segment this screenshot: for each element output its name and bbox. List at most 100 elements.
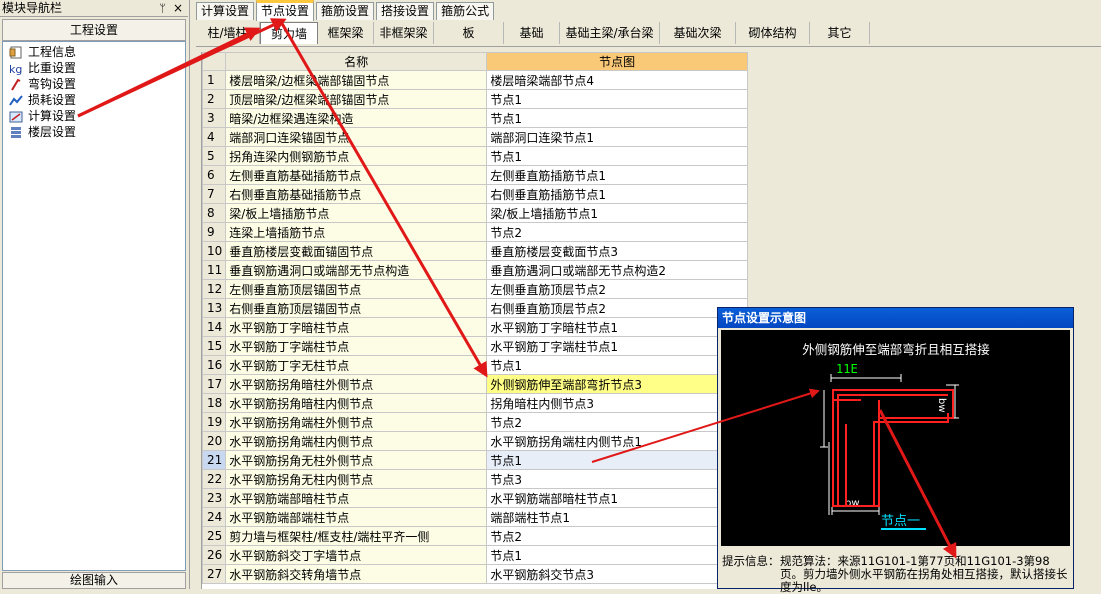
row-name-cell[interactable]: 水平钢筋端部端柱节点 <box>225 507 488 527</box>
row-name-cell[interactable]: 顶层暗梁/边框梁端部锚固节点 <box>225 89 488 109</box>
subtab-foundation-main-beam[interactable]: 基础主梁/承台梁 <box>560 22 660 44</box>
row-node-diagram-cell[interactable]: 右侧垂直筋顶层节点2 <box>486 298 748 318</box>
table-row[interactable]: 27 水平钢筋斜交转角墙节点 水平钢筋斜交节点3 <box>202 564 748 584</box>
table-row[interactable]: 9 连梁上墙插筋节点 节点2 <box>202 222 748 242</box>
row-name-cell[interactable]: 连梁上墙插筋节点 <box>225 222 488 242</box>
row-name-cell[interactable]: 水平钢筋丁字暗柱节点 <box>225 317 488 337</box>
row-node-diagram-cell[interactable]: 梁/板上墙插筋节点1 <box>486 203 748 223</box>
nav-item-project-info[interactable]: 工程信息 <box>3 44 185 60</box>
row-name-cell[interactable]: 左侧垂直筋基础插筋节点 <box>225 165 488 185</box>
table-row[interactable]: 5 拐角连梁内侧钢筋节点 节点1 <box>202 146 748 166</box>
row-name-cell[interactable]: 垂直筋楼层变截面锚固节点 <box>225 241 488 261</box>
row-name-cell[interactable]: 剪力墙与框架柱/框支柱/端柱平齐一侧 <box>225 526 488 546</box>
nav-item-floors[interactable]: 楼层设置 <box>3 124 185 140</box>
tab-lap-settings[interactable]: 搭接设置 <box>376 2 435 20</box>
row-name-cell[interactable]: 水平钢筋端部暗柱节点 <box>225 488 488 508</box>
row-name-cell[interactable]: 水平钢筋拐角暗柱外侧节点 <box>225 374 488 394</box>
close-icon[interactable]: × <box>173 0 183 17</box>
row-name-cell[interactable]: 水平钢筋拐角端柱外侧节点 <box>225 412 488 432</box>
table-row[interactable]: 24 水平钢筋端部端柱节点 端部端柱节点1 <box>202 507 748 527</box>
subtab-slab[interactable]: 板 <box>434 22 504 44</box>
row-name-cell[interactable]: 垂直钢筋遇洞口或端部无节点构造 <box>225 260 488 280</box>
row-node-diagram-cell[interactable]: 端部洞口连梁节点1 <box>486 127 748 147</box>
table-row[interactable]: 19 水平钢筋拐角端柱外侧节点 节点2 <box>202 412 748 432</box>
row-node-diagram-cell[interactable]: 水平钢筋端部暗柱节点1 <box>486 488 748 508</box>
table-row[interactable]: 14 水平钢筋丁字暗柱节点 水平钢筋丁字暗柱节点1 <box>202 317 748 337</box>
row-name-cell[interactable]: 水平钢筋斜交转角墙节点 <box>225 564 488 584</box>
row-node-diagram-cell[interactable]: 节点1 <box>486 108 748 128</box>
subtab-shear-wall[interactable]: 剪力墙 <box>260 22 318 44</box>
row-node-diagram-cell[interactable]: 端部端柱节点1 <box>486 507 748 527</box>
row-node-diagram-cell[interactable]: 拐角暗柱内侧节点3 <box>486 393 748 413</box>
table-row[interactable]: 2 顶层暗梁/边框梁端部锚固节点 节点1 <box>202 89 748 109</box>
table-row[interactable]: 17 水平钢筋拐角暗柱外侧节点 外侧钢筋伸至端部弯折节点3 <box>202 374 748 394</box>
subtab-frame-beam[interactable]: 框架梁 <box>318 22 374 44</box>
dialog-title[interactable]: 节点设置示意图 <box>718 308 1073 328</box>
row-node-diagram-cell[interactable]: 节点3 <box>486 469 748 489</box>
row-node-diagram-cell[interactable]: 节点1 <box>486 146 748 166</box>
row-name-cell[interactable]: 右侧垂直筋顶层锚固节点 <box>225 298 488 318</box>
table-row[interactable]: 4 端部洞口连梁锚固节点 端部洞口连梁节点1 <box>202 127 748 147</box>
row-node-diagram-cell[interactable]: 节点1 <box>486 450 748 470</box>
table-row[interactable]: 13 右侧垂直筋顶层锚固节点 右侧垂直筋顶层节点2 <box>202 298 748 318</box>
table-row[interactable]: 3 暗梁/边框梁遇连梁构造 节点1 <box>202 108 748 128</box>
tab-stirrup-formula[interactable]: 箍筋公式 <box>436 2 495 20</box>
nav-item-hook[interactable]: 弯钩设置 <box>3 76 185 92</box>
row-node-diagram-cell[interactable]: 右侧垂直筋插筋节点1 <box>486 184 748 204</box>
subtab-other[interactable]: 其它 <box>810 22 870 44</box>
tab-stirrup-settings[interactable]: 箍筋设置 <box>316 2 375 20</box>
row-node-diagram-cell[interactable]: 水平钢筋丁字暗柱节点1 <box>486 317 748 337</box>
table-row[interactable]: 20 水平钢筋拐角端柱内侧节点 水平钢筋拐角端柱内侧节点1 <box>202 431 748 451</box>
table-row[interactable]: 6 左侧垂直筋基础插筋节点 左侧垂直筋插筋节点1 <box>202 165 748 185</box>
row-name-cell[interactable]: 水平钢筋拐角无柱内侧节点 <box>225 469 488 489</box>
subtab-foundation[interactable]: 基础 <box>504 22 560 44</box>
row-node-diagram-cell[interactable]: 节点1 <box>486 545 748 565</box>
row-name-cell[interactable]: 楼层暗梁/边框梁端部锚固节点 <box>225 70 488 90</box>
nav-item-loss[interactable]: 损耗设置 <box>3 92 185 108</box>
row-name-cell[interactable]: 水平钢筋拐角无柱外侧节点 <box>225 450 488 470</box>
table-row[interactable]: 25 剪力墙与框架柱/框支柱/端柱平齐一侧 节点2 <box>202 526 748 546</box>
row-node-diagram-cell[interactable]: 节点1 <box>486 355 748 375</box>
table-row[interactable]: 1 楼层暗梁/边框梁端部锚固节点 楼层暗梁端部节点4 <box>202 70 748 90</box>
row-name-cell[interactable]: 拐角连梁内侧钢筋节点 <box>225 146 488 166</box>
table-row[interactable]: 26 水平钢筋斜交丁字墙节点 节点1 <box>202 545 748 565</box>
subtab-non-frame-beam[interactable]: 非框架梁 <box>374 22 434 44</box>
row-node-diagram-cell[interactable]: 节点2 <box>486 412 748 432</box>
row-node-diagram-cell[interactable]: 节点2 <box>486 222 748 242</box>
table-row[interactable]: 23 水平钢筋端部暗柱节点 水平钢筋端部暗柱节点1 <box>202 488 748 508</box>
nav-drawing-input-button[interactable]: 绘图输入 <box>2 572 186 589</box>
row-node-diagram-cell[interactable]: 水平钢筋丁字端柱节点1 <box>486 336 748 356</box>
row-name-cell[interactable]: 梁/板上墙插筋节点 <box>225 203 488 223</box>
row-name-cell[interactable]: 暗梁/边框梁遇连梁构造 <box>225 108 488 128</box>
row-node-diagram-cell[interactable]: 垂直筋楼层变截面节点3 <box>486 241 748 261</box>
header-node-diagram[interactable]: 节点图 <box>486 52 748 71</box>
table-row[interactable]: 7 右侧垂直筋基础插筋节点 右侧垂直筋插筋节点1 <box>202 184 748 204</box>
nav-item-density[interactable]: kg 比重设置 <box>3 60 185 76</box>
row-name-cell[interactable]: 端部洞口连梁锚固节点 <box>225 127 488 147</box>
table-row[interactable]: 10 垂直筋楼层变截面锚固节点 垂直筋楼层变截面节点3 <box>202 241 748 261</box>
table-row[interactable]: 15 水平钢筋丁字端柱节点 水平钢筋丁字端柱节点1 <box>202 336 748 356</box>
row-name-cell[interactable]: 水平钢筋拐角端柱内侧节点 <box>225 431 488 451</box>
row-node-diagram-cell[interactable]: 外侧钢筋伸至端部弯折节点3 <box>486 374 748 394</box>
row-name-cell[interactable]: 水平钢筋丁字无柱节点 <box>225 355 488 375</box>
pin-icon[interactable]: ᛘ <box>159 0 166 17</box>
table-row[interactable]: 8 梁/板上墙插筋节点 梁/板上墙插筋节点1 <box>202 203 748 223</box>
subtab-masonry[interactable]: 砌体结构 <box>736 22 810 44</box>
row-node-diagram-cell[interactable]: 左侧垂直筋插筋节点1 <box>486 165 748 185</box>
table-row[interactable]: 18 水平钢筋拐角暗柱内侧节点 拐角暗柱内侧节点3 <box>202 393 748 413</box>
subtab-foundation-secondary-beam[interactable]: 基础次梁 <box>660 22 736 44</box>
table-row[interactable]: 16 水平钢筋丁字无柱节点 节点1 <box>202 355 748 375</box>
tab-calc-settings[interactable]: 计算设置 <box>196 2 255 20</box>
tab-node-settings[interactable]: 节点设置 <box>256 0 315 21</box>
row-node-diagram-cell[interactable]: 节点1 <box>486 89 748 109</box>
nav-section-project-settings[interactable]: 工程设置 <box>2 19 186 41</box>
table-row[interactable]: 21 水平钢筋拐角无柱外侧节点 节点1 <box>202 450 748 470</box>
row-node-diagram-cell[interactable]: 垂直筋遇洞口或端部无节点构造2 <box>486 260 748 280</box>
table-row[interactable]: 22 水平钢筋拐角无柱内侧节点 节点3 <box>202 469 748 489</box>
nav-item-calc-settings[interactable]: 计算设置 <box>3 108 185 124</box>
row-name-cell[interactable]: 左侧垂直筋顶层锚固节点 <box>225 279 488 299</box>
row-node-diagram-cell[interactable]: 水平钢筋拐角端柱内侧节点1 <box>486 431 748 451</box>
row-node-diagram-cell[interactable]: 楼层暗梁端部节点4 <box>486 70 748 90</box>
row-node-diagram-cell[interactable]: 水平钢筋斜交节点3 <box>486 564 748 584</box>
table-row[interactable]: 12 左侧垂直筋顶层锚固节点 左侧垂直筋顶层节点2 <box>202 279 748 299</box>
